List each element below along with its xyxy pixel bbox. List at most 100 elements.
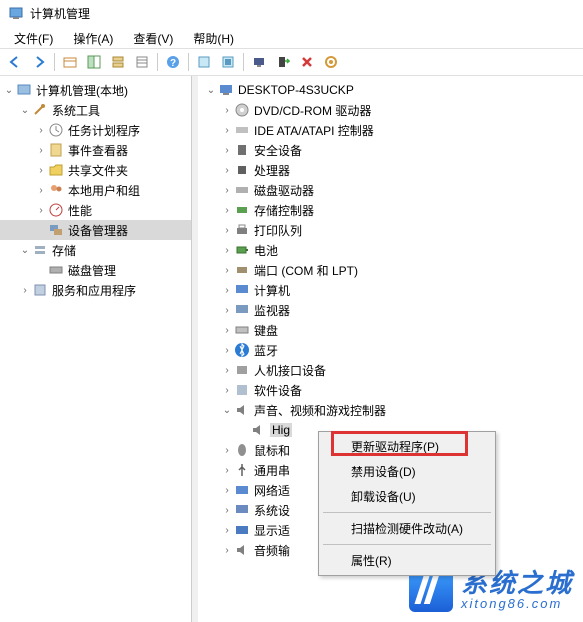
tree-disk-mgmt[interactable]: 磁盘管理 [0,260,191,280]
menu-disable-device[interactable]: 禁用设备(D) [321,459,493,484]
device-sound[interactable]: ⌄声音、视频和游戏控制器 [198,400,583,420]
device-computer[interactable]: ⌄ DESKTOP-4S3UCKP [198,80,583,100]
tool-btn-5[interactable] [193,51,215,73]
device-software[interactable]: ›软件设备 [198,380,583,400]
device-computers[interactable]: ›计算机 [198,280,583,300]
chevron-right-icon[interactable]: › [220,365,234,376]
chevron-right-icon[interactable]: › [34,125,48,136]
chevron-down-icon[interactable]: ⌄ [2,85,16,96]
tool-btn-4[interactable] [131,51,153,73]
chevron-right-icon[interactable]: › [220,305,234,316]
chevron-right-icon[interactable]: › [220,525,234,536]
computer-mgmt-icon [16,82,32,98]
node-label: 磁盘管理 [68,262,116,279]
menu-update-driver[interactable]: 更新驱动程序(P) [321,434,493,459]
chevron-right-icon[interactable]: › [220,465,234,476]
chevron-right-icon[interactable]: › [220,325,234,336]
tree-storage[interactable]: ⌄ 存储 [0,240,191,260]
chevron-right-icon[interactable]: › [220,145,234,156]
chevron-down-icon[interactable]: ⌄ [220,405,234,416]
device-print[interactable]: ›打印队列 [198,220,583,240]
settings-button[interactable] [320,51,342,73]
chevron-right-icon[interactable]: › [220,265,234,276]
node-label: 服务和应用程序 [52,282,136,299]
tree-local-users[interactable]: › 本地用户和组 [0,180,191,200]
chevron-right-icon[interactable]: › [220,385,234,396]
tree-shared-folders[interactable]: › 共享文件夹 [0,160,191,180]
node-label: 计算机管理(本地) [36,82,128,99]
right-tree[interactable]: ⌄ DESKTOP-4S3UCKP ›DVD/CD-ROM 驱动器 ›IDE A… [192,76,583,622]
device-disk-drive[interactable]: ›磁盘驱动器 [198,180,583,200]
chevron-right-icon[interactable]: › [220,445,234,456]
menu-view[interactable]: 查看(V) [123,28,183,46]
menu-properties[interactable]: 属性(R) [321,548,493,573]
speaker-icon [234,402,250,418]
chevron-down-icon[interactable]: ⌄ [204,85,218,96]
menu-uninstall-device[interactable]: 卸载设备(U) [321,484,493,509]
node-label: 事件查看器 [68,142,128,159]
chevron-down-icon[interactable]: ⌄ [18,105,32,116]
tree-task-scheduler[interactable]: › 任务计划程序 [0,120,191,140]
device-battery[interactable]: ›电池 [198,240,583,260]
chevron-right-icon[interactable]: › [220,545,234,556]
chevron-right-icon[interactable]: › [220,105,234,116]
tool-btn-6[interactable] [217,51,239,73]
chevron-right-icon[interactable]: › [220,225,234,236]
help-button[interactable]: ? [162,51,184,73]
tool-btn-1[interactable] [59,51,81,73]
titlebar: 计算机管理 [0,0,583,26]
menu-action[interactable]: 操作(A) [63,28,123,46]
chevron-down-icon[interactable]: ⌄ [18,245,32,256]
tree-performance[interactable]: › 性能 [0,200,191,220]
menu-help[interactable]: 帮助(H) [183,28,244,46]
context-menu: 更新驱动程序(P) 禁用设备(D) 卸载设备(U) 扫描检测硬件改动(A) 属性… [318,431,496,576]
chevron-right-icon[interactable]: › [34,185,48,196]
device-bluetooth[interactable]: ›蓝牙 [198,340,583,360]
menu-scan-hardware[interactable]: 扫描检测硬件改动(A) [321,516,493,541]
tree-device-manager[interactable]: 设备管理器 [0,220,191,240]
menu-file[interactable]: 文件(F) [4,28,63,46]
chevron-right-icon[interactable]: › [220,125,234,136]
back-button[interactable] [4,51,26,73]
forward-button[interactable] [28,51,50,73]
tool-btn-3[interactable] [107,51,129,73]
chevron-right-icon[interactable]: › [220,345,234,356]
node-label: 系统工具 [52,102,100,119]
tree-system-tools[interactable]: ⌄ 系统工具 [0,100,191,120]
remove-button[interactable] [296,51,318,73]
tree-event-viewer[interactable]: › 事件查看器 [0,140,191,160]
separator [243,53,244,71]
users-icon [48,182,64,198]
device-cpu[interactable]: ›处理器 [198,160,583,180]
device-security[interactable]: ›安全设备 [198,140,583,160]
left-tree[interactable]: ⌄ 计算机管理(本地) ⌄ 系统工具 › 任务计划程序 › 事件查看器 › 共享… [0,76,192,622]
chevron-right-icon[interactable]: › [220,505,234,516]
storage-ctrl-icon [234,202,250,218]
device-monitor[interactable]: ›监视器 [198,300,583,320]
tree-services-apps[interactable]: › 服务和应用程序 [0,280,191,300]
scan-button[interactable] [248,51,270,73]
node-label: 设备管理器 [68,222,128,239]
chevron-right-icon[interactable]: › [220,485,234,496]
chevron-right-icon[interactable]: › [34,145,48,156]
security-icon [234,142,250,158]
chevron-right-icon[interactable]: › [18,285,32,296]
usb-icon [234,462,250,478]
chevron-right-icon[interactable]: › [34,205,48,216]
device-keyboard[interactable]: ›键盘 [198,320,583,340]
chevron-right-icon[interactable]: › [34,165,48,176]
chevron-right-icon[interactable]: › [220,185,234,196]
tool-btn-2[interactable] [83,51,105,73]
chevron-right-icon[interactable]: › [220,205,234,216]
tree-root[interactable]: ⌄ 计算机管理(本地) [0,80,191,100]
chevron-right-icon[interactable]: › [220,285,234,296]
device-hid[interactable]: ›人机接口设备 [198,360,583,380]
chevron-right-icon[interactable]: › [220,165,234,176]
device-storage-ctrl[interactable]: ›存储控制器 [198,200,583,220]
device-dvd[interactable]: ›DVD/CD-ROM 驱动器 [198,100,583,120]
tool-btn-7[interactable] [272,51,294,73]
device-ide[interactable]: ›IDE ATA/ATAPI 控制器 [198,120,583,140]
menu-separator [323,512,491,513]
device-ports[interactable]: ›端口 (COM 和 LPT) [198,260,583,280]
chevron-right-icon[interactable]: › [220,245,234,256]
